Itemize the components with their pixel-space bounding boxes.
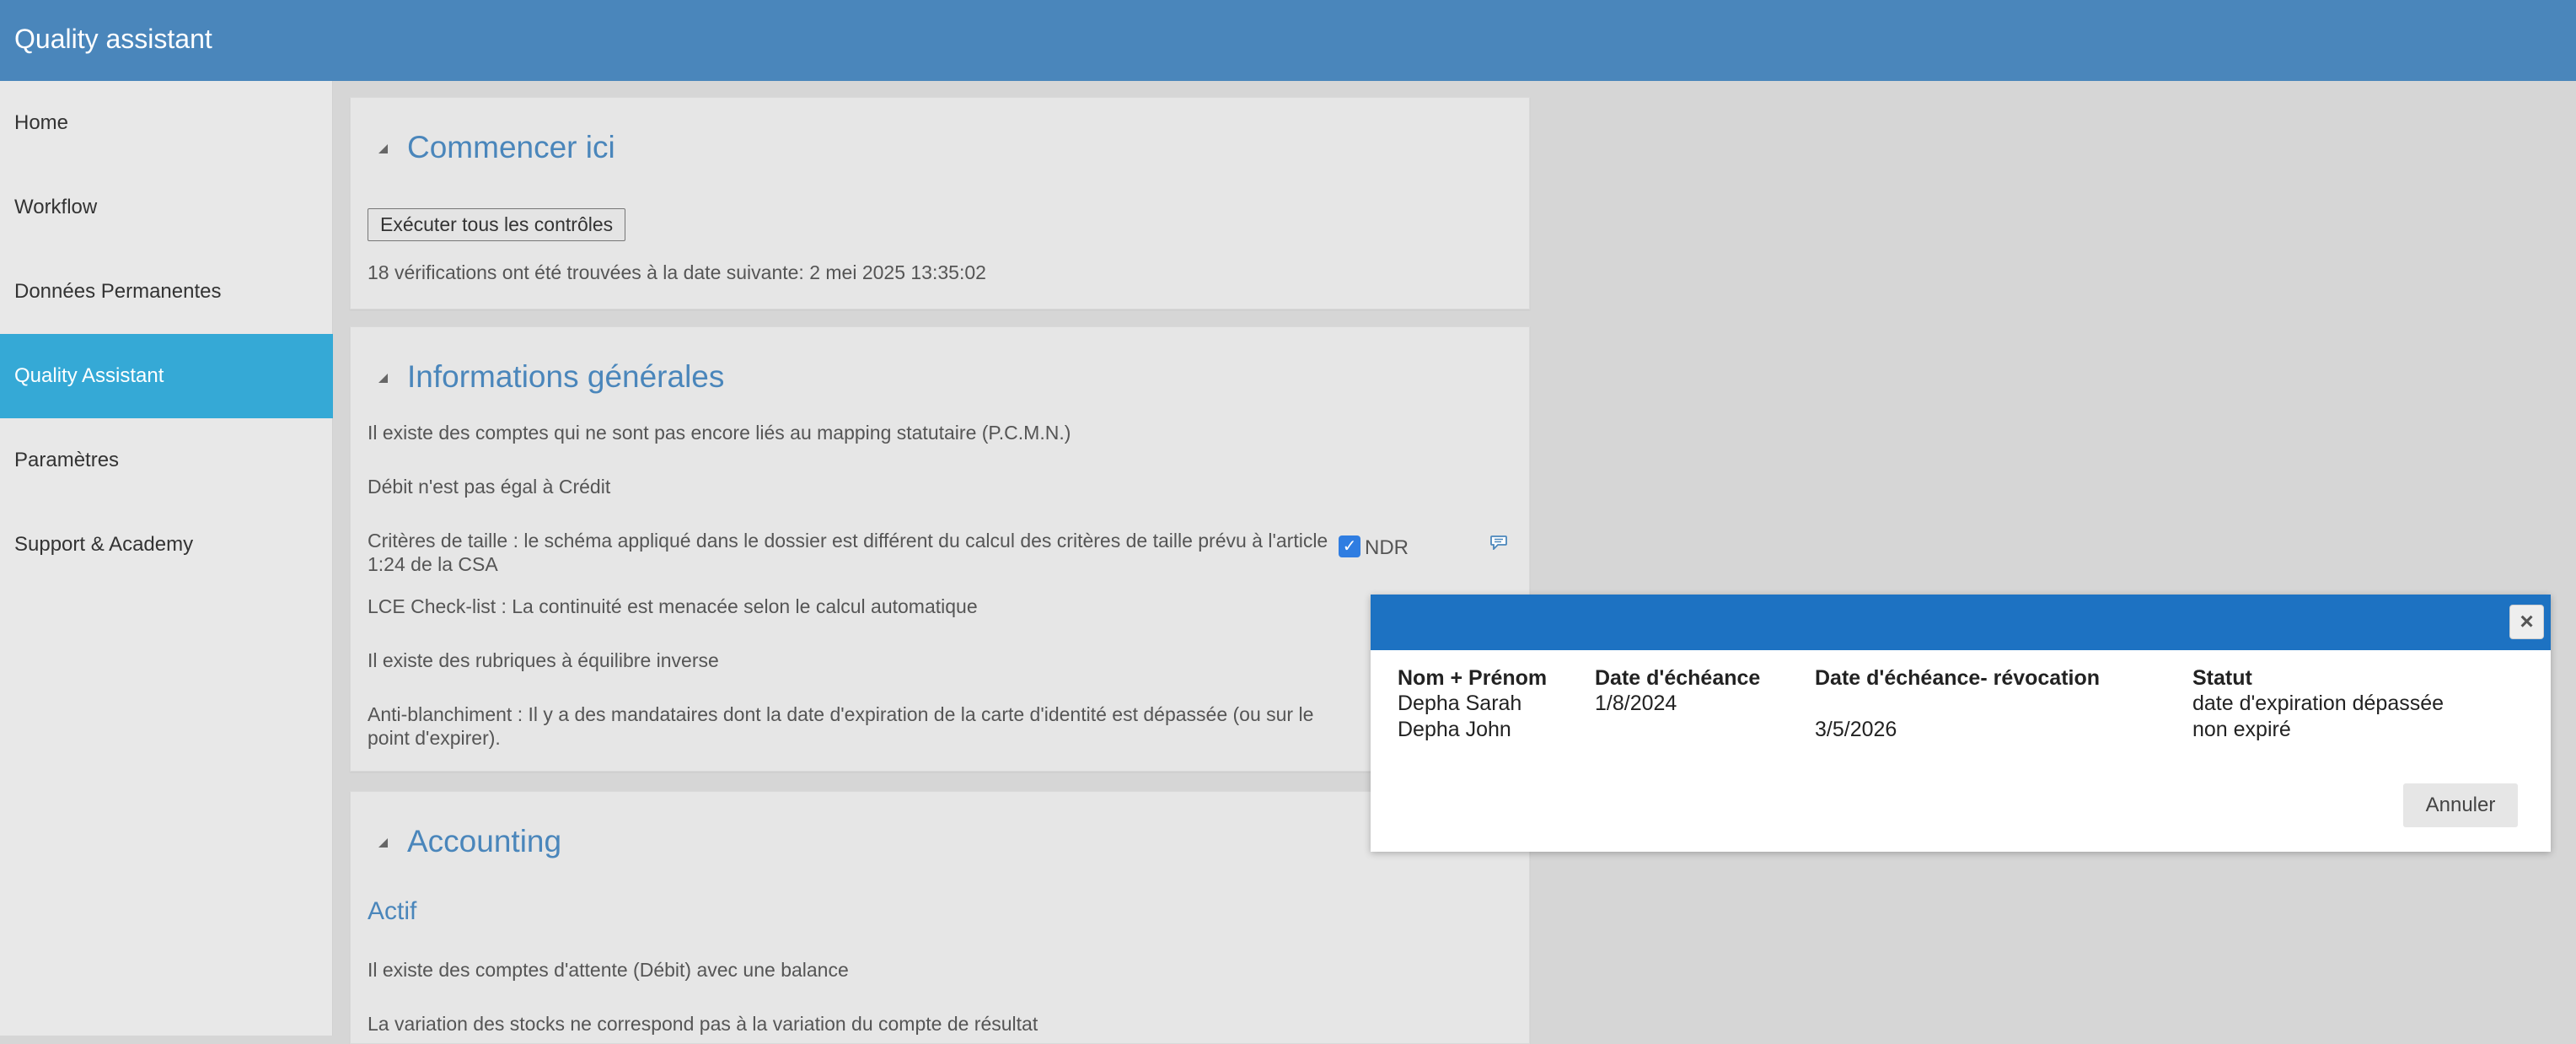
cell-revocation-date: 3/5/2026: [1815, 718, 1897, 741]
sidebar-item-home[interactable]: Home: [0, 81, 333, 165]
panel-general-information: Informations générales Il existe des com…: [350, 326, 1530, 772]
close-icon[interactable]: ×: [2509, 605, 2544, 639]
column-header-due-date: Date d'échéance: [1595, 666, 1761, 690]
panel-accounting: Accounting Actif Il existe des comptes d…: [350, 791, 1530, 1044]
ndr-checkbox[interactable]: ✓: [1339, 535, 1360, 557]
check-item[interactable]: Il existe des comptes qui ne sont pas en…: [368, 421, 1337, 444]
collapse-caret-icon[interactable]: [378, 144, 388, 153]
app-title: Quality assistant: [14, 24, 212, 54]
check-item[interactable]: La variation des stocks ne correspond pa…: [368, 1012, 1337, 1036]
check-item[interactable]: Il existe des comptes d'attente (Débit) …: [368, 958, 1337, 982]
sidebar-item-permanent-data[interactable]: Données Permanentes: [0, 250, 333, 334]
check-item[interactable]: Critères de taille : le schéma appliqué …: [368, 529, 1337, 576]
sidebar-item-support-academy[interactable]: Support & Academy: [0, 503, 333, 587]
column-header-status: Statut: [2192, 666, 2252, 690]
panel-title: Informations générales: [407, 359, 725, 394]
check-item[interactable]: Anti-blanchiment : Il y a des mandataire…: [368, 702, 1337, 750]
run-all-checks-button[interactable]: Exécuter tous les contrôles: [368, 208, 626, 241]
sidebar-item-settings[interactable]: Paramètres: [0, 418, 333, 503]
dialog-header: ×: [1371, 595, 2551, 650]
sidebar-item-label: Paramètres: [14, 449, 120, 471]
cancel-button[interactable]: Annuler: [2403, 783, 2518, 827]
top-bar: Quality assistant: [0, 0, 2576, 81]
collapse-caret-icon[interactable]: [378, 374, 388, 383]
sidebar-item-label: Quality Assistant: [14, 364, 164, 387]
cell-due-date: 1/8/2024: [1595, 692, 1677, 715]
sidebar: Home Workflow Données Permanentes Qualit…: [0, 81, 333, 1036]
sidebar-item-quality-assistant[interactable]: Quality Assistant: [0, 334, 333, 418]
cell-name: Depha Sarah: [1398, 692, 1522, 715]
checks-status-text: 18 vérifications ont été trouvées à la d…: [368, 261, 986, 283]
check-item[interactable]: Il existe des rubriques à équilibre inve…: [368, 648, 1337, 672]
subsection-title: Actif: [368, 897, 417, 925]
ndr-label: NDR: [1365, 536, 1409, 559]
check-item[interactable]: Débit n'est pas égal à Crédit: [368, 475, 1337, 498]
panel-title: Accounting: [407, 824, 562, 858]
details-dialog: × Nom + Prénom Date d'échéance Date d'éc…: [1371, 595, 2551, 852]
sidebar-item-label: Workflow: [14, 196, 98, 218]
panel-title: Commencer ici: [407, 130, 615, 164]
collapse-caret-icon[interactable]: [378, 838, 388, 848]
cell-name: Depha John: [1398, 718, 1511, 741]
sidebar-item-workflow[interactable]: Workflow: [0, 165, 333, 250]
comment-icon[interactable]: [1490, 535, 1507, 550]
panel-start: Commencer ici Exécuter tous les contrôle…: [350, 97, 1530, 309]
column-header-revocation-date: Date d'échéance- révocation: [1815, 666, 2101, 690]
sidebar-item-label: Support & Academy: [14, 533, 194, 556]
cell-status: non expiré: [2192, 718, 2291, 741]
sidebar-item-label: Home: [14, 111, 69, 134]
check-item[interactable]: LCE Check-list : La continuité est menac…: [368, 595, 1337, 618]
cell-status: date d'expiration dépassée: [2192, 692, 2445, 715]
column-header-name: Nom + Prénom: [1398, 666, 1548, 690]
sidebar-item-label: Données Permanentes: [14, 280, 222, 303]
